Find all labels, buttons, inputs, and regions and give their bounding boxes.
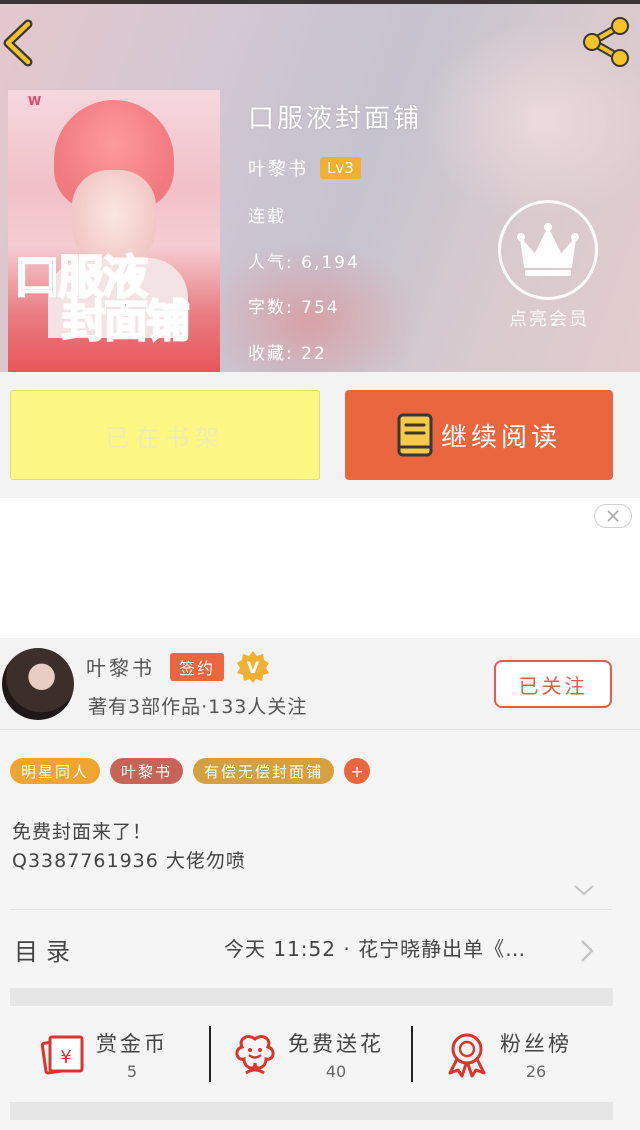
reward-count: 5 (126, 1061, 138, 1081)
svg-text:¥: ¥ (60, 1047, 71, 1068)
continue-reading-label: 继续阅读 (440, 422, 561, 453)
red-envelope-icon: ¥ (40, 1035, 84, 1075)
signed-badge: 签约 (170, 653, 225, 681)
ad-area (0, 498, 640, 638)
chevron-right-icon[interactable] (578, 937, 596, 965)
action-bar: 已在书架 继续阅读 (0, 372, 640, 498)
reward-label: 粉丝榜 (500, 1031, 572, 1056)
fan-ranking-button[interactable]: 粉丝榜 26 (442, 1006, 572, 1102)
description-line: 免费封面来了！ (12, 821, 153, 843)
verified-badge-icon: V (237, 651, 269, 683)
status-bar-line (0, 0, 640, 4)
add-tag-button[interactable]: + (344, 758, 371, 784)
book-info-area: 明星同人 叶黎书 有偿无偿封面铺 + 免费封面来了！ Q3387761936 大… (0, 730, 640, 1130)
reward-bar: ¥ 赏金币 5 免费送花 40 粉丝榜 26 (0, 1006, 640, 1102)
book-description: 免费封面来了！ Q3387761936 大佬勿喷 (12, 818, 246, 876)
divider (411, 1026, 413, 1082)
author-stats: 著有3部作品·133人关注 (88, 696, 308, 718)
verified-badge-letter: V (247, 658, 260, 677)
cover-logo-icon: W (28, 94, 42, 108)
crown-icon (517, 223, 579, 276)
follow-button[interactable]: 已关注 (494, 660, 612, 708)
cover-title-line: 封面铺 (61, 296, 191, 347)
avatar[interactable] (2, 648, 74, 720)
level-badge: Lv3 (320, 157, 361, 179)
reward-label: 免费送花 (288, 1031, 384, 1056)
reward-label: 赏金币 (96, 1031, 168, 1056)
share-button[interactable] (578, 14, 634, 70)
status-text: 连载 (248, 207, 286, 227)
cover-title-art: 口服液 封面铺 (13, 250, 214, 347)
latest-chapter[interactable]: 今天 11:52 · 花宁晓静出单《… (224, 933, 526, 962)
description-line: Q3387761936 大佬勿喷 (12, 850, 246, 872)
tag[interactable]: 有偿无偿封面铺 (193, 758, 335, 784)
close-icon (607, 510, 619, 522)
vip-label[interactable]: 点亮会员 (494, 305, 604, 331)
tag[interactable]: 叶黎书 (110, 758, 184, 784)
section-divider (10, 988, 613, 1006)
divider (209, 1026, 211, 1082)
author-name[interactable]: 叶黎书 (86, 652, 155, 681)
author-row: 叶黎书 Lv3 (248, 154, 361, 182)
reward-count: 40 (325, 1061, 347, 1081)
popularity-text: 人气: 6,194 (248, 253, 360, 273)
book-cover[interactable]: W 口服液 封面铺 (8, 90, 220, 372)
ad-close-button[interactable] (594, 504, 632, 528)
bookshelf-button[interactable]: 已在书架 (10, 390, 320, 480)
medal-icon (448, 1033, 486, 1078)
word-count-text: 字数: 754 (248, 298, 340, 318)
divider (10, 909, 612, 910)
chevron-left-icon (3, 19, 33, 67)
author-section: 叶黎书 签约 V 著有3部作品·133人关注 已关注 (0, 638, 640, 730)
reward-coins-button[interactable]: ¥ 赏金币 5 (38, 1006, 168, 1102)
chevron-down-icon[interactable] (572, 882, 596, 898)
send-flower-button[interactable]: 免费送花 40 (230, 1006, 384, 1102)
back-button[interactable] (0, 14, 46, 70)
tag[interactable]: 明星同人 (10, 758, 101, 784)
book-icon (397, 413, 433, 457)
toc-label[interactable]: 目录 (14, 932, 78, 967)
reward-count: 26 (525, 1061, 547, 1081)
share-icon (583, 17, 629, 67)
favorites-text: 收藏: 22 (248, 344, 327, 364)
flower-icon (235, 1035, 275, 1075)
tag-list: 明星同人 叶黎书 有偿无偿封面铺 + (10, 758, 371, 784)
author-name[interactable]: 叶黎书 (248, 155, 308, 181)
book-header: W 口服液 封面铺 口服液封面铺 叶黎书 Lv3 连载 人气: 6,194 字数… (0, 0, 640, 372)
cover-title-line: 口服液 (13, 250, 149, 304)
vip-button[interactable] (498, 200, 598, 300)
continue-reading-button[interactable]: 继续阅读 (345, 390, 613, 480)
section-divider (10, 1102, 613, 1120)
book-title: 口服液封面铺 (248, 104, 423, 134)
